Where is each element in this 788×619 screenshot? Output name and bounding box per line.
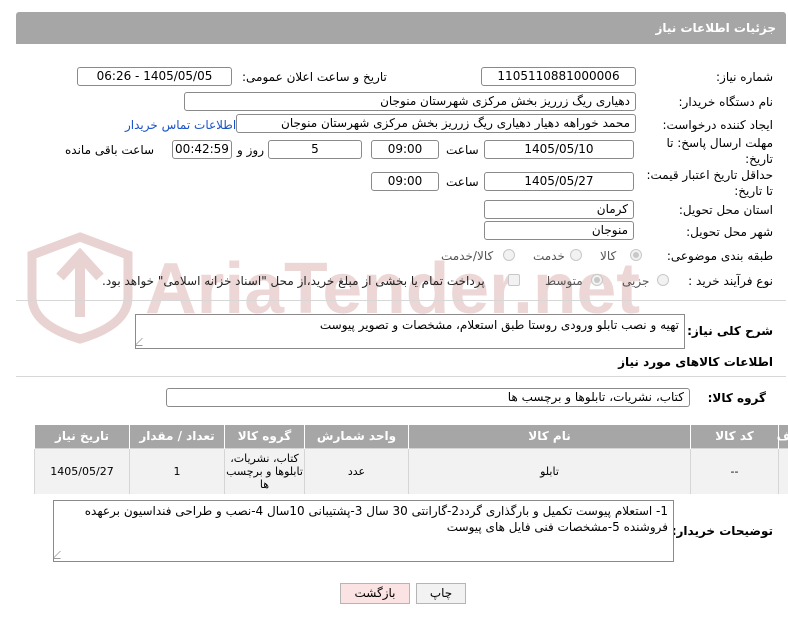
category-service-label: خدمت	[533, 249, 565, 263]
need-number-field: 1105110881000006	[481, 67, 636, 86]
treasury-payment-checkbox[interactable]	[508, 274, 520, 286]
creator-field: محمد خوراهه دهیار دهیاری ریگ زرریز بخش م…	[236, 114, 636, 133]
process-medium-label: متوسط	[545, 274, 583, 288]
cell-item-code: --	[690, 447, 779, 494]
announce-date-label: تاریخ و ساعت اعلان عمومی:	[242, 70, 387, 84]
need-number-label: شماره نیاز:	[716, 70, 773, 84]
deadline-date-label: تاریخ:	[745, 152, 773, 166]
resize-grip-icon[interactable]	[136, 338, 150, 346]
category-radio-goods-service[interactable]	[503, 249, 515, 261]
process-type-label: نوع فرآیند خرید :	[688, 274, 773, 288]
process-radio-minor[interactable]	[657, 274, 669, 286]
cell-item-group: کتاب، نشریات، تابلوها و برچسب ها	[224, 447, 305, 494]
buyer-org-field: دهیاری ریگ زرریز بخش مرکزی شهرستان منوجا…	[184, 92, 636, 111]
watermark-emblem-icon	[27, 232, 133, 344]
need-details-page: AriaTender.net جزئیات اطلاعات نیاز شماره…	[0, 0, 788, 619]
col-header-unit: واحد شمارش	[304, 425, 409, 448]
back-button[interactable]: بازگشت	[340, 583, 410, 604]
category-goods-service-label: کالا/خدمت	[441, 249, 494, 263]
col-header-quantity: تعداد / مقدار	[129, 425, 225, 448]
validity-time-field: 09:00	[371, 172, 439, 191]
cell-quantity: 1	[129, 447, 225, 494]
buyer-org-label: نام دستگاه خریدار:	[678, 95, 774, 109]
cell-item-name: تابلو	[408, 447, 691, 494]
description-text: تهیه و نصب تابلو ورودی روستا طبق استعلام…	[319, 318, 679, 332]
announce-date-field: 1405/05/05 - 06:26	[77, 67, 232, 86]
items-table-header: ردیف کد کالا نام کالا واحد شمارش گروه کا…	[34, 425, 788, 448]
section-divider	[16, 376, 786, 377]
goods-group-label: گروه کالا:	[707, 391, 766, 405]
days-label: روز و	[237, 143, 264, 157]
category-radio-service[interactable]	[570, 249, 582, 261]
page-header: جزئیات اطلاعات نیاز	[16, 12, 786, 44]
table-row: 1 -- تابلو عدد کتاب، نشریات، تابلوها و ب…	[34, 447, 788, 494]
print-button[interactable]: چاپ	[416, 583, 466, 604]
cell-unit: عدد	[304, 447, 409, 494]
category-label: طبقه بندی موضوعی:	[666, 249, 773, 263]
description-textarea: تهیه و نصب تابلو ورودی روستا طبق استعلام…	[135, 314, 685, 349]
province-label: استان محل تحویل:	[678, 203, 773, 217]
category-goods-label: کالا	[600, 249, 617, 263]
deadline-time-field: 09:00	[371, 140, 439, 159]
buyer-notes-label: توضیحات خریدار:	[671, 524, 773, 538]
goods-group-field: کتاب، نشریات، تابلوها و برچسب ها	[166, 388, 690, 407]
validity-date-field: 1405/05/27	[484, 172, 634, 191]
province-field: کرمان	[484, 200, 634, 219]
process-radio-medium[interactable]	[591, 274, 603, 286]
col-header-row-number: ردیف	[777, 425, 788, 448]
col-header-item-group: گروه کالا	[224, 425, 305, 448]
remaining-time-label: ساعت باقی مانده	[65, 143, 155, 157]
remaining-time-field: 00:42:59	[172, 140, 232, 159]
treasury-payment-note: پرداخت تمام یا بخشی از مبلغ خرید،از محل …	[102, 274, 485, 288]
deadline-label: مهلت ارسال پاسخ: تا	[666, 136, 773, 150]
description-label: شرح کلی نیاز:	[687, 324, 773, 338]
city-label: شهر محل تحویل:	[686, 225, 773, 239]
col-header-item-name: نام کالا	[408, 425, 691, 448]
process-minor-label: جزیی	[622, 274, 650, 288]
days-field: 5	[268, 140, 362, 159]
validity-label: حداقل تاریخ اعتبار قیمت:	[646, 168, 773, 182]
cell-need-date: 1405/05/27	[34, 447, 130, 494]
buyer-contact-link[interactable]: اطلاعات تماس خریدار	[125, 118, 236, 132]
cell-row-number: 1	[778, 447, 788, 494]
deadline-time-label: ساعت	[446, 143, 479, 157]
page-title: جزئیات اطلاعات نیاز	[655, 21, 776, 35]
deadline-date-field: 1405/05/10	[484, 140, 634, 159]
validity-time-label: ساعت	[446, 175, 479, 189]
resize-grip-icon[interactable]	[54, 551, 68, 559]
section-divider	[16, 300, 786, 301]
goods-section-title: اطلاعات کالاهای مورد نیاز	[618, 355, 773, 369]
buyer-notes-textarea: 1- استعلام پیوست تکمیل و بارگذاری گردد2-…	[53, 500, 674, 562]
city-field: منوجان	[484, 221, 634, 240]
creator-label: ایجاد کننده درخواست:	[662, 118, 773, 132]
col-header-item-code: کد کالا	[690, 425, 779, 448]
col-header-need-date: تاریخ نیاز	[34, 425, 130, 448]
validity-date-label: تا تاریخ:	[734, 184, 773, 198]
category-radio-goods[interactable]	[630, 249, 642, 261]
buyer-notes-text: 1- استعلام پیوست تکمیل و بارگذاری گردد2-…	[84, 504, 668, 534]
items-table: ردیف کد کالا نام کالا واحد شمارش گروه کا…	[34, 425, 788, 494]
